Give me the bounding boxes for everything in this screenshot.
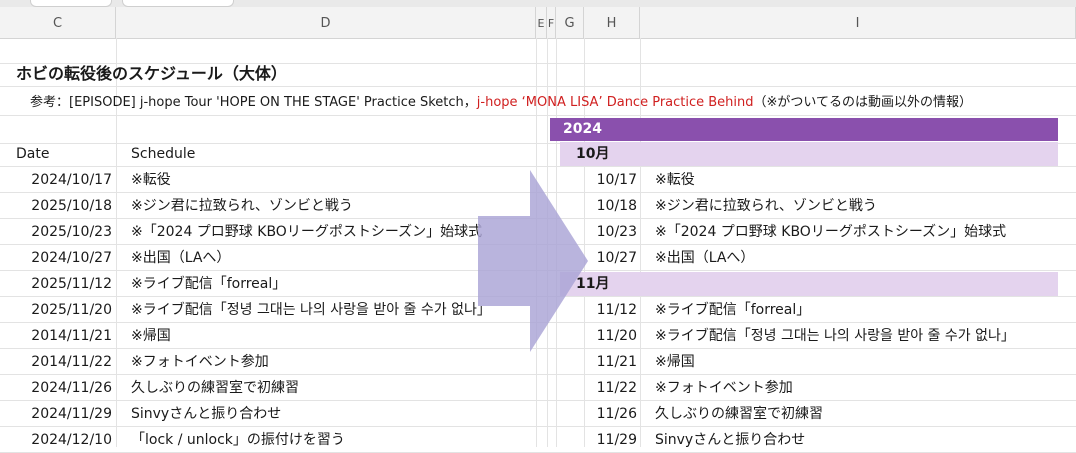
left-date-cell[interactable]: 2024/12/10 [16,427,112,453]
right-schedule-cell[interactable]: 久しぶりの練習室で初練習 [655,401,823,427]
left-date-cell[interactable]: 2014/11/22 [16,349,112,375]
right-schedule-cell[interactable]: ※ジン君に拉致られ、ゾンビと戦う [655,193,877,219]
year-label: 2024 [563,121,602,137]
column-header-h[interactable]: H [584,7,640,38]
right-date-cell[interactable]: 11/20 [584,323,637,349]
right-date-cell[interactable]: 11/21 [584,349,637,375]
right-schedule-cell[interactable]: ※「2024 プロ野球 KBOリーグポストシーズン」始球式 [655,219,1006,245]
left-schedule-cell[interactable]: ※ライブ配信「forreal」 [131,271,286,297]
reference-line: 参考：[EPISODE] j-hope Tour 'HOPE ON THE ST… [30,90,972,116]
left-date-cell[interactable]: 2025/10/23 [16,219,112,245]
left-header-date: Date [16,146,50,162]
right-schedule-cell[interactable]: ※転役 [655,167,695,193]
right-date-cell[interactable]: 10/27 [584,245,637,271]
right-date-cell[interactable]: 10/18 [584,193,637,219]
left-schedule-cell[interactable]: ※フォトイベント参加 [131,349,269,375]
left-date-cell[interactable]: 2025/11/12 [16,271,112,297]
column-header-i[interactable]: I [640,7,1076,38]
left-schedule-cell[interactable]: 久しぶりの練習室で初練習 [131,375,299,401]
right-schedule-cell[interactable]: ※ライブ配信「정녕 그대는 나의 사랑을 받아 줄 수가 없나」 [655,323,1015,349]
left-date-cell[interactable]: 2025/10/18 [16,193,112,219]
right-schedule-cell[interactable]: ※出国（LAへ） [655,245,754,271]
right-date-cell[interactable]: 10/23 [584,219,637,245]
right-schedule-cell[interactable]: ※ライブ配信「forreal」 [655,297,810,323]
month-band [560,142,1058,166]
left-date-cell[interactable]: 2014/11/21 [16,323,112,349]
page-title: ホビの転役後のスケジュール（大体） [16,64,287,83]
column-header-g[interactable]: G [556,7,584,38]
left-date-cell[interactable]: 2024/10/17 [16,167,112,193]
right-schedule-cell[interactable]: ※帰国 [655,349,695,375]
left-schedule-cell[interactable]: Sinvyさんと振り合わせ [131,401,281,427]
right-date-cell[interactable]: 10/17 [584,167,637,193]
month-label: 10月 [576,146,610,162]
sheet-tab[interactable] [122,0,234,7]
year-band [550,118,1058,141]
column-header-d[interactable]: D [116,7,536,38]
left-date-cell[interactable]: 2024/11/26 [16,375,112,401]
left-schedule-cell[interactable]: ※出国（LAへ） [131,245,230,271]
left-schedule-cell[interactable]: ※帰国 [131,323,171,349]
right-schedule-cell[interactable]: Sinvyさんと振り合わせ [655,427,805,453]
left-schedule-cell[interactable]: ※ジン君に拉致られ、ゾンビと戦う [131,193,353,219]
left-schedule-cell[interactable]: ※転役 [131,167,171,193]
sheet-tab[interactable] [30,0,112,7]
column-header-bar: C D E F G H I [0,7,1076,39]
left-schedule-cell[interactable]: ※「2024 プロ野球 KBOリーグポストシーズン」始球式 [131,219,482,245]
left-schedule-cell[interactable]: 「lock / unlock」の振付けを習う [131,427,345,453]
column-header-f[interactable]: F [547,7,556,38]
month-band [560,272,1058,296]
left-schedule-cell[interactable]: ※ライブ配信「정녕 그대는 나의 사랑을 받아 줄 수가 없나」 [131,297,491,323]
reference-prefix: 参考：[EPISODE] j-hope Tour 'HOPE ON THE ST… [30,95,477,110]
right-date-cell[interactable]: 11/26 [584,401,637,427]
left-date-cell[interactable]: 2024/11/29 [16,401,112,427]
column-header-c[interactable]: C [0,7,116,38]
left-date-cell[interactable]: 2025/11/20 [16,297,112,323]
reference-suffix: （※がついてるのは動画以外の情報） [753,95,973,110]
column-header-e[interactable]: E [536,7,547,38]
right-date-cell[interactable]: 11/12 [584,297,637,323]
right-schedule-cell[interactable]: ※フォトイベント参加 [655,375,793,401]
right-date-cell[interactable]: 11/29 [584,427,637,453]
left-header-schedule: Schedule [131,146,196,162]
left-date-cell[interactable]: 2024/10/27 [16,245,112,271]
reference-highlight: j-hope ‘MONA LISA’ Dance Practice Behind [476,95,754,110]
right-arrow-icon [478,170,588,352]
right-date-cell[interactable]: 11/22 [584,375,637,401]
